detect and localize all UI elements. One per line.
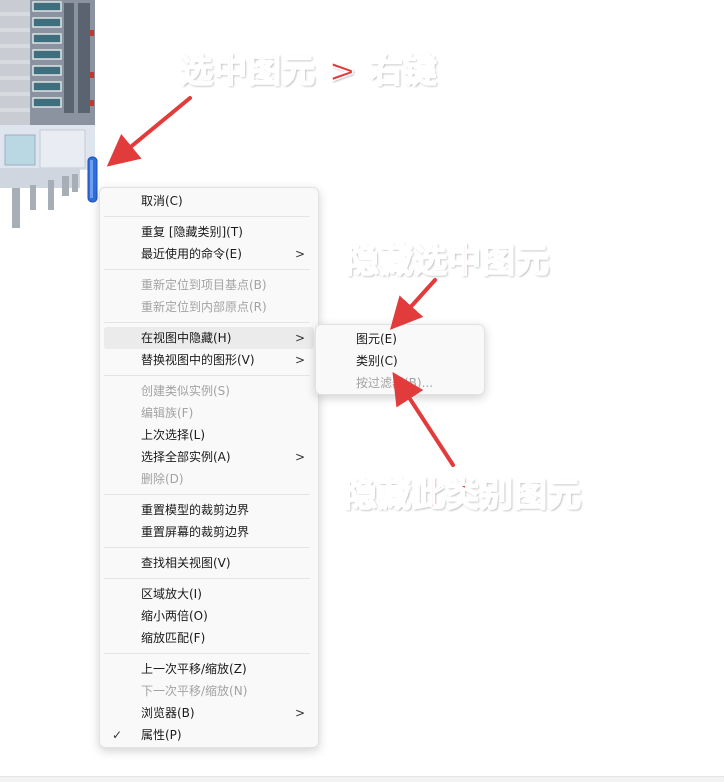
menu-separator [104,322,310,323]
chevron-right-icon: > [294,331,305,345]
menu-item-relocate-internal-origin[interactable]: 重新定位到内部原点(R) [104,296,314,318]
menu-item-label: 按过滤器(B)... [356,376,434,390]
menu-item-label: 最近使用的命令(E) [141,247,242,261]
annotation-hide-selected: 隐藏选中图元 [345,240,550,281]
menu-separator [104,494,310,495]
menu-separator [104,216,310,217]
menu-item-override-graphics[interactable]: 替换视图中的图形(V) > [104,349,314,371]
check-icon: ✓ [112,728,123,742]
menu-item-label: 重新定位到内部原点(R) [141,300,267,314]
menu-item-label: 浏览器(B) [141,706,195,720]
menu-item-previous-selection[interactable]: 上次选择(L) [104,424,314,446]
menu-item-next-pan-zoom[interactable]: 下一次平移/缩放(N) [104,680,314,702]
menu-item-label: 上一次平移/缩放(Z) [141,662,247,676]
menu-item-label: 在视图中隐藏(H) [141,331,232,345]
menu-item-recent-commands[interactable]: 最近使用的命令(E) > [104,243,314,265]
annotation-hide-category: 隐藏此类别图元 [343,474,582,515]
menu-item-label: 重新定位到项目基点(B) [141,278,267,292]
menu-item-select-all-instances[interactable]: 选择全部实例(A) > [104,446,314,468]
bottom-divider [0,776,724,782]
menu-item-delete[interactable]: 删除(D) [104,468,314,490]
menu-item-create-similar[interactable]: 创建类似实例(S) [104,380,314,402]
menu-item-relocate-base-point[interactable]: 重新定位到项目基点(B) [104,274,314,296]
annotation-select-right-click: 选中图元 > 右键 [179,50,438,91]
menu-item-label: 取消(C) [141,194,183,208]
menu-item-cancel[interactable]: 取消(C) [104,190,314,212]
submenu-item-elements[interactable]: 图元(E) [320,328,480,350]
menu-item-label: 删除(D) [141,472,184,486]
menu-separator [104,375,310,376]
menu-item-label: 类别(C) [356,354,398,368]
menu-item-previous-pan-zoom[interactable]: 上一次平移/缩放(Z) [104,658,314,680]
menu-item-properties[interactable]: ✓ 属性(P) [104,724,314,746]
submenu-item-by-filter[interactable]: 按过滤器(B)... [320,372,480,394]
menu-item-label: 属性(P) [141,728,182,742]
menu-item-label: 重置屏幕的裁剪边界 [141,525,250,539]
chevron-right-icon: > [294,706,305,720]
menu-separator [104,653,310,654]
hide-in-view-submenu: 图元(E) 类别(C) 按过滤器(B)... [315,324,485,395]
menu-item-label: 重置模型的裁剪边界 [141,503,250,517]
menu-item-label: 查找相关视图(V) [141,556,231,570]
menu-item-zoom-in-region[interactable]: 区域放大(I) [104,583,314,605]
menu-item-label: 图元(E) [356,332,397,346]
menu-item-label: 缩放匹配(F) [141,631,206,645]
menu-item-label: 选择全部实例(A) [141,450,231,464]
menu-item-edit-family[interactable]: 编辑族(F) [104,402,314,424]
menu-item-reset-screen-crop[interactable]: 重置屏幕的裁剪边界 [104,521,314,543]
menu-item-find-referring-views[interactable]: 查找相关视图(V) [104,552,314,574]
building-model-image [0,0,98,228]
menu-item-label: 上次选择(L) [141,428,206,442]
context-menu: 取消(C) 重复 [隐藏类别](T) 最近使用的命令(E) > 重新定位到项目基点… [99,187,319,748]
chevron-right-icon: > [294,247,305,261]
menu-item-reset-model-crop[interactable]: 重置模型的裁剪边界 [104,499,314,521]
menu-item-zoom-out-2x[interactable]: 缩小两倍(O) [104,605,314,627]
menu-item-browsers[interactable]: 浏览器(B) > [104,702,314,724]
arrow-to-elements-item [389,278,437,330]
menu-separator [104,547,310,548]
menu-item-hide-in-view[interactable]: 在视图中隐藏(H) > [104,327,314,349]
menu-item-label: 缩小两倍(O) [141,609,208,623]
chevron-right-icon: > [294,450,305,464]
menu-item-zoom-to-fit[interactable]: 缩放匹配(F) [104,627,314,649]
arrow-to-element [106,96,192,167]
menu-item-label: 创建类似实例(S) [141,384,230,398]
menu-item-label: 编辑族(F) [141,406,194,420]
menu-item-label: 下一次平移/缩放(N) [141,684,248,698]
chevron-right-icon: > [294,353,305,367]
menu-separator [104,578,310,579]
menu-item-label: 区域放大(I) [141,587,202,601]
menu-item-label: 替换视图中的图形(V) [141,353,255,367]
menu-item-repeat[interactable]: 重复 [隐藏类别](T) [104,221,314,243]
submenu-item-category[interactable]: 类别(C) [320,350,480,372]
menu-separator [104,269,310,270]
menu-item-label: 重复 [隐藏类别](T) [141,225,243,239]
